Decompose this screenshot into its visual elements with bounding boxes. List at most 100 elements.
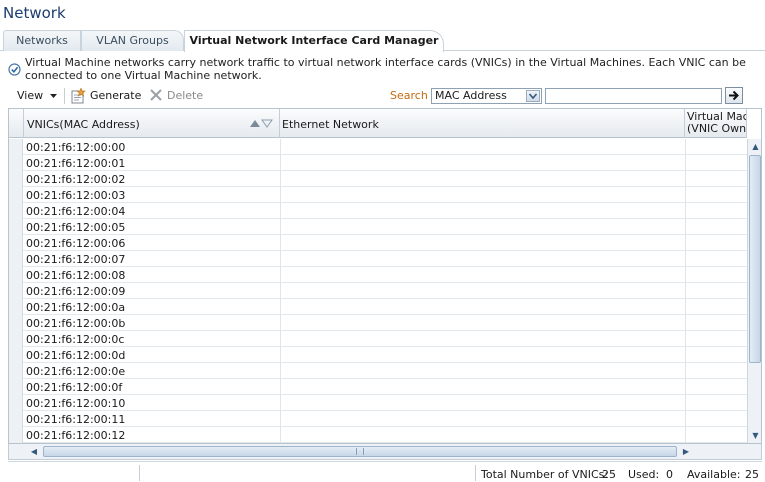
table-row[interactable]: 00:21:f6:12:00:05: [9, 219, 747, 235]
cell-divider: [280, 379, 281, 395]
table-row[interactable]: 00:21:f6:12:00:0b: [9, 315, 747, 331]
mac-address-cell: 00:21:f6:12:00:0b: [26, 317, 126, 330]
row-selector[interactable]: [9, 171, 23, 187]
sort-icon[interactable]: [249, 119, 273, 128]
cell-divider: [280, 219, 281, 235]
row-selector[interactable]: [9, 203, 23, 219]
column-header-ethernet-network[interactable]: Ethernet Network: [280, 109, 685, 138]
generate-label: Generate: [90, 89, 142, 102]
table-row[interactable]: 00:21:f6:12:00:0c: [9, 331, 747, 347]
row-selector[interactable]: [9, 411, 23, 427]
view-menu-button[interactable]: View: [17, 86, 57, 106]
table-row[interactable]: 00:21:f6:12:00:0a: [9, 299, 747, 315]
delete-button[interactable]: Delete: [149, 86, 203, 106]
scroll-grip: [356, 448, 364, 455]
row-selector[interactable]: [9, 299, 23, 315]
row-selector[interactable]: [9, 219, 23, 235]
table-row[interactable]: 00:21:f6:12:00:03: [9, 187, 747, 203]
scroll-left-icon[interactable]: ◀: [27, 445, 41, 458]
row-selector[interactable]: [9, 139, 23, 155]
row-selector[interactable]: [9, 187, 23, 203]
scroll-down-icon[interactable]: ▼: [749, 429, 761, 443]
table-row[interactable]: 00:21:f6:12:00:07: [9, 251, 747, 267]
header-gutter: [9, 109, 23, 138]
table-row[interactable]: 00:21:f6:12:00:09: [9, 283, 747, 299]
row-selector[interactable]: [9, 427, 23, 443]
available-label: Available:: [687, 468, 741, 481]
cell-divider: [280, 395, 281, 411]
row-selector[interactable]: [9, 283, 23, 299]
table-row[interactable]: 00:21:f6:12:00:0e: [9, 363, 747, 379]
row-selector[interactable]: [9, 251, 23, 267]
table-row[interactable]: 00:21:f6:12:00:11: [9, 411, 747, 427]
cell-divider: [280, 299, 281, 315]
vertical-scrollbar[interactable]: ▲ ▼: [747, 139, 761, 443]
horizontal-scroll-thumb[interactable]: [43, 446, 677, 457]
table-row[interactable]: 00:21:f6:12:00:04: [9, 203, 747, 219]
table-row[interactable]: 00:21:f6:12:00:12: [9, 427, 747, 443]
tab-vnic-manager[interactable]: Virtual Network Interface Card Manager: [184, 30, 444, 52]
horizontal-scrollbar[interactable]: ◀ ▶: [8, 444, 762, 460]
row-selector[interactable]: [9, 267, 23, 283]
generate-button[interactable]: Generate: [70, 86, 141, 106]
column-header-virtual-machine[interactable]: Virtual Mach (VNIC Owne: [685, 109, 747, 138]
dropdown-arrow-icon: [526, 90, 540, 102]
row-selector[interactable]: [9, 331, 23, 347]
column-header-vnics[interactable]: VNICs(MAC Address): [23, 109, 280, 138]
row-selector[interactable]: [9, 347, 23, 363]
mac-address-cell: 00:21:f6:12:00:06: [26, 237, 126, 250]
table-row[interactable]: 00:21:f6:12:00:02: [9, 171, 747, 187]
mac-address-cell: 00:21:f6:12:00:03: [26, 189, 126, 202]
cell-divider: [280, 363, 281, 379]
total-vnics-label: Total Number of VNICs:: [481, 468, 609, 481]
chevron-down-icon: [49, 93, 57, 98]
table-row[interactable]: 00:21:f6:12:00:10: [9, 395, 747, 411]
status-separator: [139, 465, 140, 481]
scroll-right-icon[interactable]: ▶: [679, 445, 693, 458]
cell-divider: [685, 379, 686, 395]
search-label: Search: [390, 89, 428, 102]
mac-address-cell: 00:21:f6:12:00:04: [26, 205, 126, 218]
search-field-select[interactable]: MAC Address: [431, 88, 542, 104]
cell-divider: [685, 347, 686, 363]
toolbar-separator: [64, 88, 65, 104]
row-selector[interactable]: [9, 363, 23, 379]
mac-address-cell: 00:21:f6:12:00:11: [26, 413, 126, 426]
cell-divider: [685, 219, 686, 235]
row-selector[interactable]: [9, 235, 23, 251]
column-label: VNICs(MAC Address): [27, 118, 140, 131]
cell-divider: [280, 251, 281, 267]
row-selector[interactable]: [9, 315, 23, 331]
table-row[interactable]: 00:21:f6:12:00:01: [9, 155, 747, 171]
tab-vlan-groups[interactable]: VLAN Groups: [81, 30, 184, 51]
table-row[interactable]: 00:21:f6:12:00:00: [9, 139, 747, 155]
tab-networks[interactable]: Networks: [3, 30, 81, 51]
cell-divider: [280, 235, 281, 251]
cell-divider: [685, 395, 686, 411]
table-row[interactable]: 00:21:f6:12:00:06: [9, 235, 747, 251]
row-selector[interactable]: [9, 395, 23, 411]
table-row[interactable]: 00:21:f6:12:00:0d: [9, 347, 747, 363]
delete-label: Delete: [167, 89, 204, 102]
column-label-line2: (VNIC Owne: [687, 122, 747, 135]
search-input[interactable]: [545, 88, 722, 104]
mac-address-cell: 00:21:f6:12:00:10: [26, 397, 126, 410]
search-go-button[interactable]: [725, 87, 743, 104]
cell-divider: [685, 299, 686, 315]
mac-address-cell: 00:21:f6:12:00:0c: [26, 333, 125, 346]
mac-address-cell: 00:21:f6:12:00:0e: [26, 365, 126, 378]
cell-divider: [685, 251, 686, 267]
cell-divider: [280, 427, 281, 443]
mac-address-cell: 00:21:f6:12:00:05: [26, 221, 126, 234]
status-separator: [475, 465, 476, 481]
page-title: Network: [3, 4, 66, 22]
table-row[interactable]: 00:21:f6:12:00:0f: [9, 379, 747, 395]
scroll-up-icon[interactable]: ▲: [749, 140, 761, 154]
row-selector[interactable]: [9, 155, 23, 171]
row-selector[interactable]: [9, 379, 23, 395]
used-label: Used:: [628, 468, 660, 481]
vertical-scroll-thumb[interactable]: [749, 155, 761, 363]
delete-icon: [150, 89, 162, 101]
mac-address-cell: 00:21:f6:12:00:12: [26, 429, 126, 442]
table-row[interactable]: 00:21:f6:12:00:08: [9, 267, 747, 283]
